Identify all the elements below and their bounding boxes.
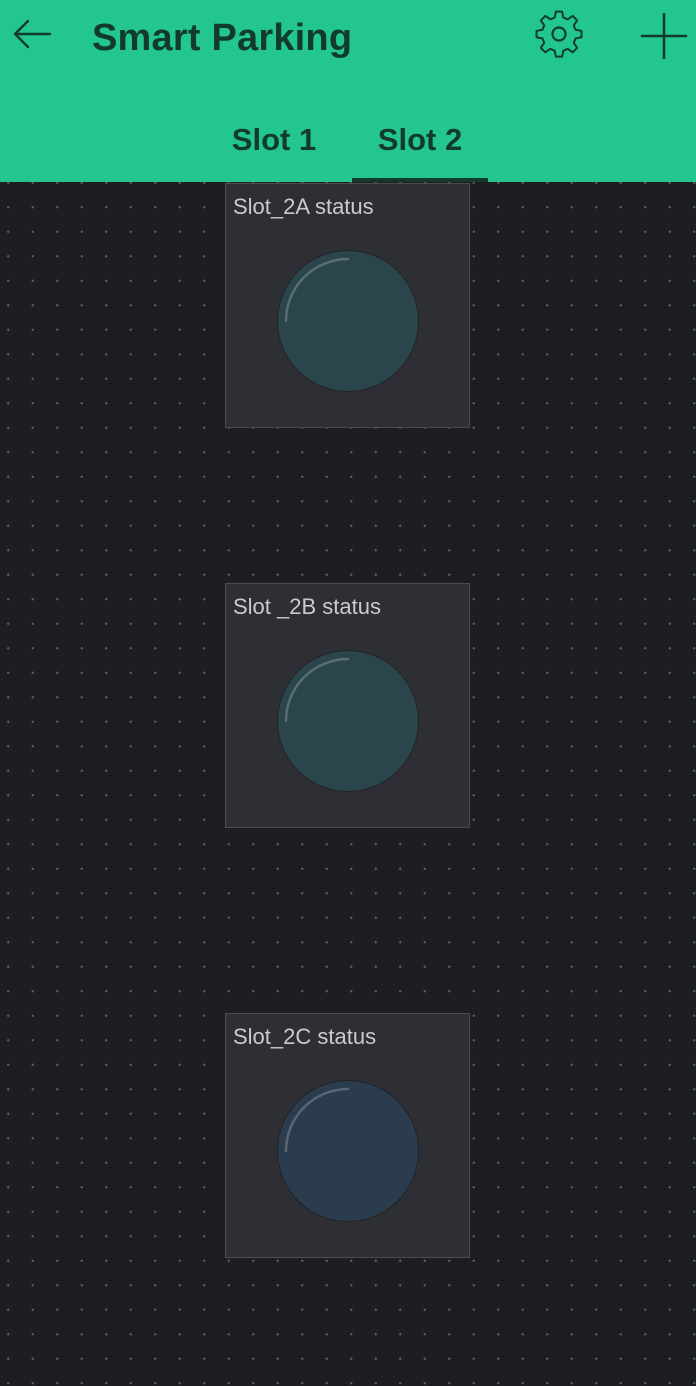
widget-label: Slot_2A status [233,194,374,219]
plus-icon [640,12,688,60]
led-indicator [278,651,418,791]
arrow-left-icon [13,19,52,49]
page-title: Smart Parking [92,17,353,59]
led-widget-slot-2c[interactable]: Slot_2C status [225,1013,470,1258]
tab-slot-1[interactable]: Slot 1 [214,112,334,168]
app-bar: Smart Parking Slot 1 Slot 2 [0,0,696,182]
led-widget-slot-2b[interactable]: Slot _2B status [225,583,470,828]
led-highlight-icon [284,257,350,323]
led-highlight-icon [284,1087,350,1153]
settings-button[interactable] [532,8,586,62]
led-highlight-icon [284,657,350,723]
widget-label: Slot _2B status [233,594,381,619]
widget-label: Slot_2C status [233,1024,377,1049]
add-widget-button[interactable] [638,10,690,62]
gear-icon [535,10,583,58]
led-widget-slot-2a[interactable]: Slot_2A status [225,183,470,428]
back-button[interactable] [8,12,56,56]
tab-slot-2[interactable]: Slot 2 [352,112,488,168]
led-indicator [278,1081,418,1221]
led-indicator [278,251,418,391]
